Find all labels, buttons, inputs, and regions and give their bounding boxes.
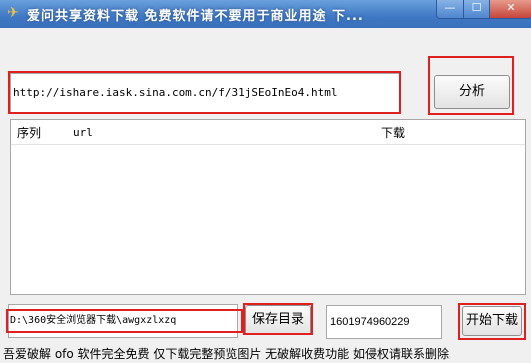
column-header-download[interactable]: 下载	[381, 124, 405, 141]
list-header: 序列 url 下载	[11, 120, 525, 145]
maximize-button[interactable]: ☐	[463, 0, 490, 19]
highlight-url-input	[8, 71, 401, 114]
highlight-analyze-button	[428, 56, 514, 115]
id-field[interactable]: 1601974960229	[326, 305, 442, 339]
column-header-seq[interactable]: 序列	[17, 124, 41, 141]
minimize-button[interactable]: —	[436, 0, 464, 19]
highlight-start-button	[458, 303, 526, 340]
window-title: 爱问共享资料下载 免费软件请不要用于商业用途 下...	[27, 9, 364, 24]
title-bar: ✈ 爱问共享资料下载 免费软件请不要用于商业用途 下... — ☐ ✕	[0, 0, 531, 28]
download-list[interactable]: 序列 url 下载	[10, 119, 526, 295]
highlight-save-path	[6, 309, 243, 333]
column-header-url[interactable]: url	[73, 126, 93, 139]
highlight-save-dir-button	[243, 303, 313, 335]
app-icon: ✈	[7, 5, 19, 21]
close-button[interactable]: ✕	[489, 0, 531, 19]
footer-notice: 吾爱破解 ofo 软件完全免费 仅下载完整预览图片 无破解收费功能 如侵权请联系…	[3, 347, 449, 361]
